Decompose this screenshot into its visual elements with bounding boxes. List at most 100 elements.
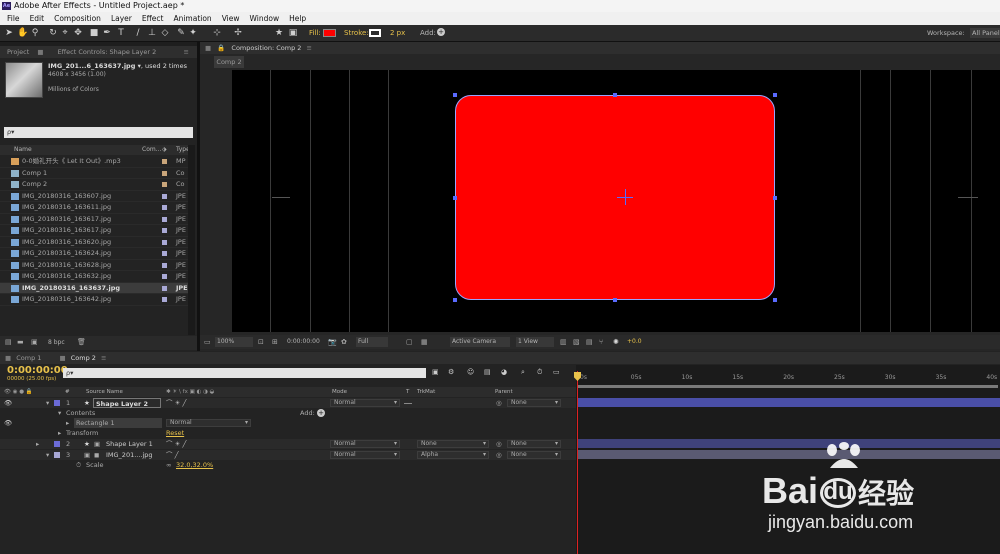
parent-dropdown[interactable]: None xyxy=(507,440,561,448)
label-color[interactable] xyxy=(54,441,60,447)
roto-brush-tool-icon[interactable]: ✎ xyxy=(176,28,186,38)
safe-margins-icon[interactable]: ⊡ xyxy=(258,338,264,346)
pen-tool-icon[interactable]: ✒ xyxy=(102,28,112,38)
column-source-name[interactable]: Source Name xyxy=(86,387,123,397)
transform-handle[interactable] xyxy=(613,298,617,302)
rectangle-row[interactable]: 👁 ▸ Rectangle 1 Normal xyxy=(0,418,576,428)
anchor-point-crosshair[interactable] xyxy=(625,189,626,205)
bit-depth-label[interactable]: 8 bpc xyxy=(48,339,65,346)
add-menu-icon[interactable]: + xyxy=(437,28,445,36)
close-icon[interactable]: ■ xyxy=(205,44,211,52)
stroke-label[interactable]: Stroke: xyxy=(344,29,369,37)
fast-previews-icon[interactable]: ▧ xyxy=(573,338,580,346)
transform-handle[interactable] xyxy=(773,298,777,302)
layer-1-duration-bar[interactable] xyxy=(578,398,1000,407)
transform-row[interactable]: ▸ Transform Reset xyxy=(0,428,576,438)
scale-value[interactable]: 32.0,32.0% xyxy=(176,460,213,470)
toggle-pixel-aspect-icon[interactable]: ▥ xyxy=(560,338,567,346)
rectangle-blend-mode-dropdown[interactable]: Normal xyxy=(166,419,251,427)
project-item[interactable]: IMG_20180316_163637.jpg JPE xyxy=(0,282,195,294)
tab-comp-1[interactable]: Comp 1 xyxy=(16,354,41,362)
mode-dropdown[interactable]: Normal xyxy=(330,399,400,407)
project-item[interactable]: Comp 2 Co xyxy=(0,179,195,191)
pickwhip-icon[interactable]: ◎ xyxy=(496,398,502,408)
label-color-swatch[interactable] xyxy=(162,297,167,302)
fill-color-swatch[interactable] xyxy=(323,29,336,37)
camera-dropdown[interactable]: Active Camera xyxy=(450,337,510,347)
label-color-swatch[interactable] xyxy=(162,193,167,199)
clone-stamp-tool-icon[interactable]: ⊥ xyxy=(147,28,157,38)
label-color-swatch[interactable] xyxy=(162,285,167,291)
menu-effect[interactable]: Effect xyxy=(137,12,169,25)
selected-item-name[interactable]: IMG_201...6_163637.jpg ▾ xyxy=(48,62,141,70)
label-tag-icon[interactable]: ⬗ xyxy=(162,145,167,155)
rectangle-tool-icon[interactable]: ■ xyxy=(89,28,99,38)
pickwhip-icon[interactable]: ◎ xyxy=(496,450,502,460)
rectangle-name[interactable]: Rectangle 1 xyxy=(74,418,162,428)
layer-name[interactable]: IMG_201....jpg xyxy=(106,450,153,460)
layer-row-1[interactable]: 👁 ▾ 1 ★ Shape Layer 2 ⌒ ☀ ╱ Normal ◎ Non… xyxy=(0,398,576,408)
layer-switches[interactable]: ⌒ ☀ ╱ xyxy=(166,439,186,449)
project-item[interactable]: IMG_20180316_163611.jpg JPE xyxy=(0,202,195,214)
label-color-swatch[interactable] xyxy=(162,216,167,222)
timeline-icon[interactable]: ▤ xyxy=(586,338,593,346)
collapse-arrow-icon[interactable]: ▸ xyxy=(66,418,69,428)
layer-name[interactable]: Shape Layer 2 xyxy=(93,398,161,408)
parent-dropdown[interactable]: None xyxy=(507,399,561,407)
contents-row[interactable]: ▾ Contents Add: + xyxy=(0,408,576,418)
layer-name[interactable]: Shape Layer 1 xyxy=(106,439,153,449)
flowchart-icon[interactable]: ⑂ xyxy=(599,338,603,346)
panel-menu-icon[interactable]: ≡ xyxy=(307,44,312,52)
work-area-bar[interactable] xyxy=(578,385,998,388)
project-scrollbar[interactable] xyxy=(188,145,195,335)
eraser-tool-icon[interactable]: ◇ xyxy=(160,28,170,38)
exposure-value[interactable]: +0.0 xyxy=(627,338,642,345)
lock-icon[interactable]: 🔒 xyxy=(217,44,225,52)
comp-mini-flowchart-icon[interactable]: ▣ xyxy=(432,368,439,376)
transform-handle[interactable] xyxy=(453,298,457,302)
column-name[interactable]: Name xyxy=(14,145,32,155)
add-content-icon[interactable]: + xyxy=(317,409,325,417)
column-number[interactable]: # xyxy=(65,387,70,397)
column-parent[interactable]: Parent xyxy=(495,387,513,397)
fill-label[interactable]: Fill: xyxy=(309,29,321,37)
label-color-swatch[interactable] xyxy=(162,170,167,176)
expand-arrow-icon[interactable]: ▾ xyxy=(46,398,49,408)
selection-tool-icon[interactable]: ➤ xyxy=(4,28,14,38)
comp-2-navigator-tab[interactable]: Comp 2 xyxy=(214,56,244,68)
stroke-color-swatch[interactable] xyxy=(369,29,381,37)
layer-switches[interactable]: ⌒ ☀ ╱ xyxy=(166,398,186,408)
menu-help[interactable]: Help xyxy=(284,12,311,25)
label-color-swatch[interactable] xyxy=(162,262,167,268)
menu-view[interactable]: View xyxy=(217,12,245,25)
motion-blur-icon[interactable]: ◕ xyxy=(501,368,507,376)
current-time-display[interactable]: 0:00:00:00 xyxy=(287,338,320,345)
stroke-width-value[interactable]: 2 px xyxy=(390,29,405,37)
puppet-tool-icon[interactable]: ✢ xyxy=(233,28,243,38)
pan-behind-tool-icon[interactable]: ✥ xyxy=(73,28,83,38)
puppet-pin-tool-icon[interactable]: ✦ xyxy=(188,28,198,38)
timeline-search-input[interactable]: ρ▾ xyxy=(63,368,426,378)
av-features-icon[interactable]: 👁 ◉ ● 🔒 xyxy=(4,387,33,397)
magnification-dropdown[interactable]: 100% xyxy=(215,337,253,347)
rotation-tool-icon[interactable]: ↻ xyxy=(48,28,58,38)
resolution-dropdown[interactable]: Full xyxy=(356,337,388,347)
snapshot-icon[interactable]: 📷 xyxy=(328,338,337,346)
project-item[interactable]: IMG_20180316_163617.jpg JPE xyxy=(0,225,195,237)
expand-arrow-icon[interactable]: ▾ xyxy=(58,408,61,418)
graph-editor-icon[interactable]: ⌕ xyxy=(521,368,525,377)
label-color-swatch[interactable] xyxy=(162,182,167,187)
star-tool-icon[interactable]: ★ xyxy=(274,28,284,38)
expand-arrow-icon[interactable]: ▾ xyxy=(46,450,49,460)
tab-project[interactable]: Project xyxy=(7,48,29,56)
transform-handle[interactable] xyxy=(453,93,457,97)
layer-switches-icons[interactable]: ✱ ☀ \ fx ▣ ◐ ◑ ◒ xyxy=(166,387,214,397)
interpret-footage-icon[interactable]: ▤ xyxy=(5,338,12,346)
view-layout-dropdown[interactable]: 1 View xyxy=(516,337,554,347)
trkmat-dropdown[interactable]: Alpha xyxy=(417,451,489,459)
pickwhip-icon[interactable]: ◎ xyxy=(496,439,502,449)
menu-window[interactable]: Window xyxy=(245,12,285,25)
type-tool-icon[interactable]: T xyxy=(116,28,126,38)
menu-layer[interactable]: Layer xyxy=(106,12,137,25)
local-axis-icon[interactable]: ⊹ xyxy=(212,28,222,38)
